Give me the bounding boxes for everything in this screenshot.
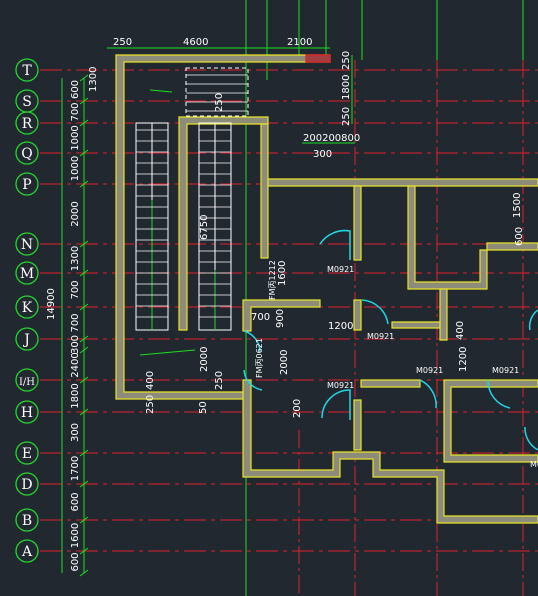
- left-dim-inner-label: 600: [70, 492, 81, 511]
- axis-label: A: [21, 544, 33, 560]
- left-dim-outer-label: 1300: [88, 67, 99, 92]
- axis-label: Q: [21, 146, 32, 162]
- left-dimension-labels: 6007001000100020001300700700300240018003…: [65, 0, 91, 577]
- wall-segment: [353, 299, 362, 331]
- left-dim-inner-label: 700: [70, 280, 81, 299]
- axis-label: H: [21, 405, 33, 421]
- wall-segment: [242, 379, 538, 524]
- left-dim-inner-label: 700: [70, 313, 81, 332]
- right-dim-label: 1800: [341, 75, 352, 100]
- left-dim-inner-label: 2400: [70, 352, 81, 377]
- dim-label: 300: [313, 149, 332, 160]
- wall-segment: [391, 321, 441, 329]
- axis-label: S: [22, 94, 32, 110]
- door-swing-arc: [361, 299, 389, 325]
- axis-label: J: [22, 332, 30, 348]
- left-dim-inner-label: 1600: [70, 523, 81, 548]
- interior-dim-label: 250: [145, 395, 156, 414]
- stair-divider-wall: [178, 116, 269, 331]
- column-red: [305, 54, 331, 63]
- left-dim-inner-label: 300: [70, 423, 81, 442]
- wall-segment: [360, 379, 421, 388]
- left-dim-inner-label: 1300: [70, 246, 81, 271]
- interior-dim-label: 1200: [458, 347, 469, 372]
- fm-label: FM丙0621: [255, 338, 264, 378]
- interior-dim-label: 400: [145, 371, 156, 390]
- dimension-lines: [61, 47, 355, 573]
- interior-dim-label: 250: [214, 93, 225, 112]
- left-dim-inner-label: 1700: [70, 456, 81, 481]
- left-dim-inner-label: 1000: [70, 156, 81, 181]
- interior-dim-label: 1600: [277, 261, 288, 286]
- axis-label: K: [22, 300, 33, 316]
- axis-label: N: [21, 237, 33, 253]
- left-dim-inner-label: 2000: [70, 201, 81, 226]
- left-dim-inner-label: 600: [70, 552, 81, 571]
- interior-dim-label: 200: [292, 399, 303, 418]
- axis-label: I/H: [19, 377, 35, 388]
- wall-segment: [353, 399, 362, 451]
- door-label: M0921: [492, 366, 519, 375]
- interior-dim-label: 900: [275, 309, 286, 328]
- axis-label: T: [22, 63, 32, 79]
- interior-dim-label: 50: [198, 401, 209, 414]
- axis-bubbles: TSRQP NM KJ I/H H ED BA: [15, 58, 39, 563]
- stair-direction-mark: [149, 89, 173, 93]
- door-swing-arc: [321, 389, 351, 420]
- door-swing-arc: [319, 229, 351, 260]
- dim-label: 200200800: [303, 133, 360, 144]
- left-dim-outer-label: 14900: [46, 288, 57, 320]
- door-label: M0921: [327, 381, 354, 390]
- top-dim-label: 250: [113, 37, 132, 48]
- dim-label: 600: [514, 227, 525, 246]
- axis-label: P: [22, 177, 31, 193]
- stair-direction-mark: [139, 349, 196, 356]
- door-label: MC: [530, 460, 538, 469]
- door-swing-arc: [524, 426, 538, 451]
- fm-label: FM丙1212: [268, 260, 277, 300]
- axis-label: R: [22, 116, 33, 132]
- door-label: M0921: [367, 332, 394, 341]
- door-swing-arc: [419, 379, 437, 409]
- interior-dim-label: 2000: [279, 350, 290, 375]
- right-dim-label: 250: [341, 107, 352, 126]
- door-swing-arc: [528, 309, 538, 331]
- interior-dim-label: 250: [214, 371, 225, 390]
- floor-plan-drawing: 250 4600 2100 250 1800 250 200200800 300…: [15, 0, 538, 596]
- interior-dim-label: 700: [251, 312, 270, 323]
- axis-label: B: [22, 513, 32, 529]
- left-dim-inner-label: 1800: [70, 383, 81, 408]
- axis-label: M: [20, 266, 34, 282]
- core-wall: [260, 123, 269, 259]
- horizontal-grid-lines: [40, 69, 538, 552]
- axis-label: D: [21, 477, 32, 493]
- interior-dim-label: 2000: [199, 347, 210, 372]
- door-label: M0921: [327, 265, 354, 274]
- right-dim-label: 250: [341, 51, 352, 70]
- door-label: M0921: [416, 366, 443, 375]
- dim-label: 1500: [512, 193, 523, 218]
- interior-dim-label: 1200: [328, 321, 353, 332]
- cad-floor-plan: 250 4600 2100 250 1800 250 200200800 300…: [0, 0, 538, 596]
- wall-segment: [353, 185, 362, 261]
- interior-dim-label: 6750: [199, 215, 210, 240]
- interior-dim-label: 400: [455, 321, 466, 340]
- wall-segment: [439, 288, 448, 341]
- corridor-wall-top: [267, 178, 538, 187]
- top-dim-label: 4600: [183, 37, 208, 48]
- left-dim-inner-label: 700: [70, 102, 81, 121]
- left-dim-inner-label: 1000: [70, 125, 81, 150]
- left-dim-inner-label: 1100: [65, 0, 90, 3]
- top-dim-label: 2100: [287, 37, 312, 48]
- left-dim-inner-label: 600: [70, 80, 81, 99]
- left-dim-inner-label: 300: [70, 335, 81, 354]
- grid-lines: [245, 0, 524, 596]
- axis-label: E: [22, 446, 32, 462]
